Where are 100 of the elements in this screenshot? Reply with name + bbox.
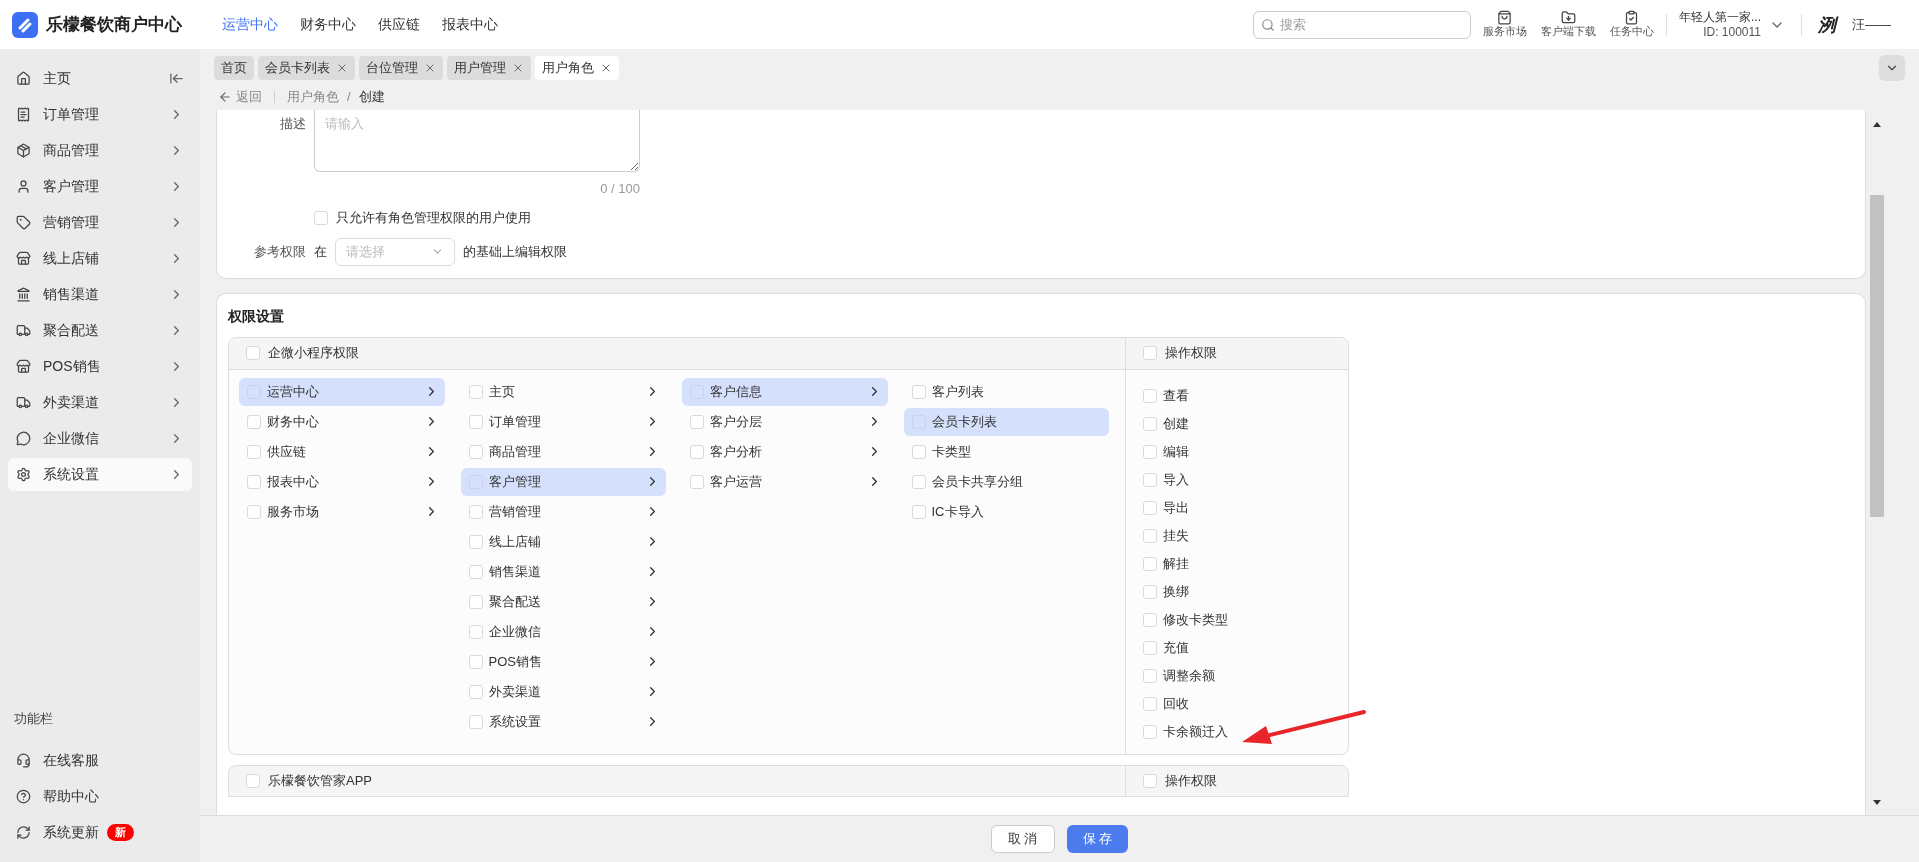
page-tab[interactable]: 首页 <box>214 56 254 80</box>
cascader-item[interactable]: 客户管理 <box>460 467 666 496</box>
receipt-icon <box>16 107 31 122</box>
sidebar-item[interactable]: 销售渠道 <box>8 278 192 311</box>
nav-tab[interactable]: 财务中心 <box>300 14 356 35</box>
truck-icon <box>16 395 31 410</box>
cancel-button[interactable]: 取 消 <box>990 825 1055 853</box>
checkbox[interactable] <box>1143 388 1157 403</box>
sidebar-item[interactable]: 营销管理 <box>8 206 192 239</box>
sidebar-item[interactable]: 在线客服 <box>8 742 192 778</box>
sidebar-item[interactable]: 商品管理 <box>8 134 192 167</box>
checkbox[interactable] <box>1143 724 1157 739</box>
sidebar-item[interactable]: 企业微信 <box>8 422 192 455</box>
cascader-item[interactable]: 运营中心 <box>239 377 445 406</box>
checkbox[interactable] <box>1143 668 1157 683</box>
cascader-item[interactable]: 财务中心 <box>239 407 445 436</box>
operation-label: 调整余额 <box>1163 666 1215 685</box>
operation-label: 查看 <box>1163 386 1189 405</box>
close-icon <box>512 62 524 74</box>
cascader-item[interactable]: 会员卡共享分组 <box>903 467 1109 496</box>
cascader-item[interactable]: 企业微信 <box>460 617 666 646</box>
sidebar-item[interactable]: 聚合配送 <box>8 314 192 347</box>
save-button[interactable]: 保 存 <box>1066 825 1129 853</box>
operation-label: 换绑 <box>1163 582 1189 601</box>
checkbox[interactable] <box>1143 528 1157 543</box>
logo-icon <box>12 11 38 38</box>
checkbox[interactable] <box>1143 472 1157 487</box>
cascader-item[interactable]: 聚合配送 <box>460 587 666 616</box>
checkbox[interactable] <box>1143 612 1157 627</box>
operation-label: 充值 <box>1163 638 1189 657</box>
checkbox[interactable] <box>1143 500 1157 515</box>
nav-tab[interactable]: 报表中心 <box>442 14 498 35</box>
cascader-item[interactable]: 供应链 <box>239 437 445 466</box>
page-tab[interactable]: 用户管理 <box>447 56 531 80</box>
checkbox[interactable] <box>246 346 260 360</box>
sidebar-item[interactable]: 系统更新 新 <box>8 814 192 850</box>
checkbox[interactable] <box>1143 556 1157 571</box>
cascader-item[interactable]: 客户列表 <box>903 377 1109 406</box>
group-title: 操作权限 <box>1165 771 1217 790</box>
cascader-item[interactable]: 主页 <box>460 377 666 406</box>
sidebar-item[interactable]: POS销售 <box>8 350 192 383</box>
cascader-item[interactable]: 商品管理 <box>460 437 666 466</box>
page-tab[interactable]: 会员卡列表 <box>258 56 355 80</box>
cascader-item[interactable]: IC卡导入 <box>903 497 1109 526</box>
bank-icon <box>16 287 31 302</box>
checkbox[interactable] <box>1143 584 1157 599</box>
user-name: 汪—— <box>1852 15 1891 34</box>
cascader-item[interactable]: 卡类型 <box>903 437 1109 466</box>
cascader-item[interactable]: 外卖渠道 <box>460 677 666 706</box>
account-id: ID: 100011 <box>1703 24 1761 40</box>
checkbox[interactable] <box>1143 773 1157 788</box>
operation-label: 导出 <box>1163 498 1189 517</box>
nav-tab[interactable]: 运营中心 <box>222 14 278 35</box>
nav-tab[interactable]: 供应链 <box>378 14 420 35</box>
toolbar-button[interactable]: 客户端下载 <box>1541 10 1596 39</box>
page-tab[interactable]: 用户角色 <box>535 56 619 80</box>
sidebar-item[interactable]: 主页 <box>8 62 192 95</box>
cascader-item[interactable]: 营销管理 <box>460 497 666 526</box>
cascader-item[interactable]: 服务市场 <box>239 497 445 526</box>
sidebar-item[interactable]: 帮助中心 <box>8 778 192 814</box>
sidebar-item[interactable]: 外卖渠道 <box>8 386 192 419</box>
bag-icon <box>1497 10 1513 26</box>
toolbar-button[interactable]: 服务市场 <box>1483 10 1527 39</box>
operation-label: 回收 <box>1163 694 1189 713</box>
tabs-dropdown-button[interactable] <box>1879 55 1905 81</box>
sidebar-item[interactable]: 客户管理 <box>8 170 192 203</box>
operation-label: 修改卡类型 <box>1163 610 1228 629</box>
operation-label: 挂失 <box>1163 526 1189 545</box>
cascader-item[interactable]: 系统设置 <box>460 707 666 736</box>
checkbox[interactable] <box>314 210 328 225</box>
cascader-item[interactable]: 客户运营 <box>682 467 888 496</box>
cascader-item[interactable]: 客户分层 <box>682 407 888 436</box>
help-icon <box>16 788 31 804</box>
checkbox[interactable] <box>1143 640 1157 655</box>
checkbox[interactable] <box>246 773 260 788</box>
description-field[interactable]: 请输入 <box>314 110 640 172</box>
cascader-item[interactable]: 销售渠道 <box>460 557 666 586</box>
refresh-icon <box>16 824 31 840</box>
cascader-item[interactable]: 线上店铺 <box>460 527 666 556</box>
checkbox[interactable] <box>1143 346 1157 360</box>
sidebar-item[interactable]: 订单管理 <box>8 98 192 131</box>
checkbox[interactable] <box>1143 444 1157 459</box>
search-field[interactable]: 搜索 <box>1253 10 1471 39</box>
cascader-item[interactable]: 客户分析 <box>682 437 888 466</box>
cascader-item[interactable]: 会员卡列表 <box>903 407 1109 436</box>
checkbox[interactable] <box>1143 696 1157 711</box>
cascader-item[interactable]: POS销售 <box>460 647 666 676</box>
breadcrumb-item: 创建 <box>358 88 385 107</box>
toolbar-button[interactable]: 任务中心 <box>1610 10 1654 39</box>
account-name: 年轻人第一家... <box>1679 9 1761 25</box>
sidebar-item[interactable]: 线上店铺 <box>8 242 192 275</box>
cascader-item[interactable]: 报表中心 <box>239 467 445 496</box>
app-title: 乐檬餐饮商户中心 <box>46 13 182 36</box>
close-icon <box>336 62 348 74</box>
checkbox[interactable] <box>1143 416 1157 431</box>
cascader-item[interactable]: 订单管理 <box>460 407 666 436</box>
sidebar-item[interactable]: 系统设置 <box>8 458 192 491</box>
cascader-item[interactable]: 客户信息 <box>682 377 888 406</box>
store-icon <box>16 359 31 374</box>
page-tab[interactable]: 台位管理 <box>359 56 443 80</box>
